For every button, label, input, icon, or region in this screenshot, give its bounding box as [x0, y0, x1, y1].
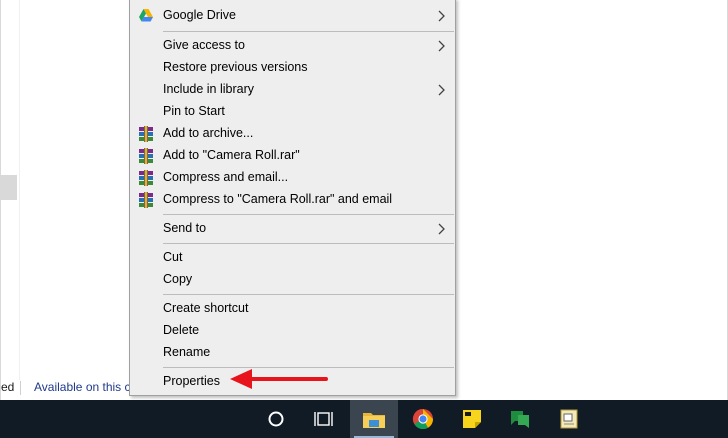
google-drive-icon	[138, 8, 154, 24]
menu-item-label: Properties	[163, 374, 220, 388]
status-bar: ed Available on this c	[1, 373, 141, 400]
menu-item-label: Rename	[163, 345, 211, 359]
menu-item-rename[interactable]: Rename	[130, 342, 455, 364]
menu-item-label: Add to archive...	[163, 126, 254, 140]
menu-item-label: Include in library	[163, 82, 255, 96]
winrar-icon	[138, 148, 154, 164]
menu-separator	[163, 294, 454, 295]
menu-item-label: Send to	[163, 221, 207, 235]
navigation-pane-divider	[19, 0, 20, 380]
menu-item-compress-and-email[interactable]: Compress and email...	[130, 167, 455, 189]
winrar-icon	[138, 192, 154, 208]
context-menu: Google Drive Give access to Restore prev…	[129, 0, 456, 396]
menu-item-send-to[interactable]: Send to	[130, 218, 455, 240]
menu-item-add-to-rar[interactable]: Add to "Camera Roll.rar"	[130, 145, 455, 167]
notepad-taskbar-button[interactable]	[545, 400, 593, 438]
menu-item-google-drive[interactable]: Google Drive	[130, 5, 455, 27]
menu-item-label: Restore previous versions	[163, 60, 308, 74]
winrar-icon	[138, 126, 154, 142]
menu-item-label: Google Drive	[163, 8, 236, 22]
menu-item-copy[interactable]: Copy	[130, 269, 455, 291]
menu-item-label: Give access to	[163, 38, 245, 52]
menu-item-create-shortcut[interactable]: Create shortcut	[130, 298, 455, 320]
menu-separator	[163, 243, 454, 244]
notepad-icon	[560, 409, 578, 429]
winrar-icon	[138, 170, 154, 186]
navigation-pane-selected-item[interactable]	[1, 175, 17, 200]
chevron-right-icon	[438, 223, 445, 235]
sticky-notes-taskbar-button[interactable]	[448, 400, 496, 438]
annotation-arrow-icon	[230, 369, 328, 389]
menu-item-add-to-archive[interactable]: Add to archive...	[130, 123, 455, 145]
chrome-icon	[412, 408, 434, 430]
menu-item-compress-to-rar-and-email[interactable]: Compress to "Camera Roll.rar" and email	[130, 189, 455, 211]
menu-separator	[163, 214, 454, 215]
cortana-icon	[268, 411, 284, 427]
menu-item-label: Add to "Camera Roll.rar"	[163, 148, 300, 162]
task-view-icon	[314, 412, 333, 426]
file-explorer-taskbar-button[interactable]	[350, 400, 398, 438]
chrome-taskbar-button[interactable]	[399, 400, 447, 438]
menu-item-restore-previous-versions[interactable]: Restore previous versions	[130, 57, 455, 79]
task-view-button[interactable]	[300, 400, 348, 438]
menu-item-label: Pin to Start	[163, 104, 225, 118]
chevron-right-icon	[438, 40, 445, 52]
status-text: ed	[1, 380, 15, 394]
menu-item-pin-to-start[interactable]: Pin to Start	[130, 101, 455, 123]
availability-status: Available on this c	[34, 380, 131, 394]
chevron-right-icon	[438, 10, 445, 22]
status-separator	[20, 381, 21, 395]
google-chat-taskbar-button[interactable]	[496, 400, 544, 438]
google-chat-icon	[511, 411, 529, 428]
file-explorer-icon	[363, 413, 385, 428]
menu-item-label: Copy	[163, 272, 193, 286]
menu-item-give-access[interactable]: Give access to	[130, 35, 455, 57]
cortana-button[interactable]	[252, 400, 300, 438]
chevron-right-icon	[438, 84, 445, 96]
menu-item-include-in-library[interactable]: Include in library	[130, 79, 455, 101]
menu-separator	[163, 31, 454, 32]
menu-item-label: Cut	[163, 250, 183, 264]
menu-item-label: Delete	[163, 323, 200, 337]
menu-item-label: Compress and email...	[163, 170, 289, 184]
sticky-notes-icon	[463, 410, 481, 428]
menu-item-label: Compress to "Camera Roll.rar" and email	[163, 192, 393, 206]
menu-item-delete[interactable]: Delete	[130, 320, 455, 342]
menu-item-label: Create shortcut	[163, 301, 249, 315]
menu-item-cut[interactable]: Cut	[130, 247, 455, 269]
taskbar	[0, 400, 728, 438]
